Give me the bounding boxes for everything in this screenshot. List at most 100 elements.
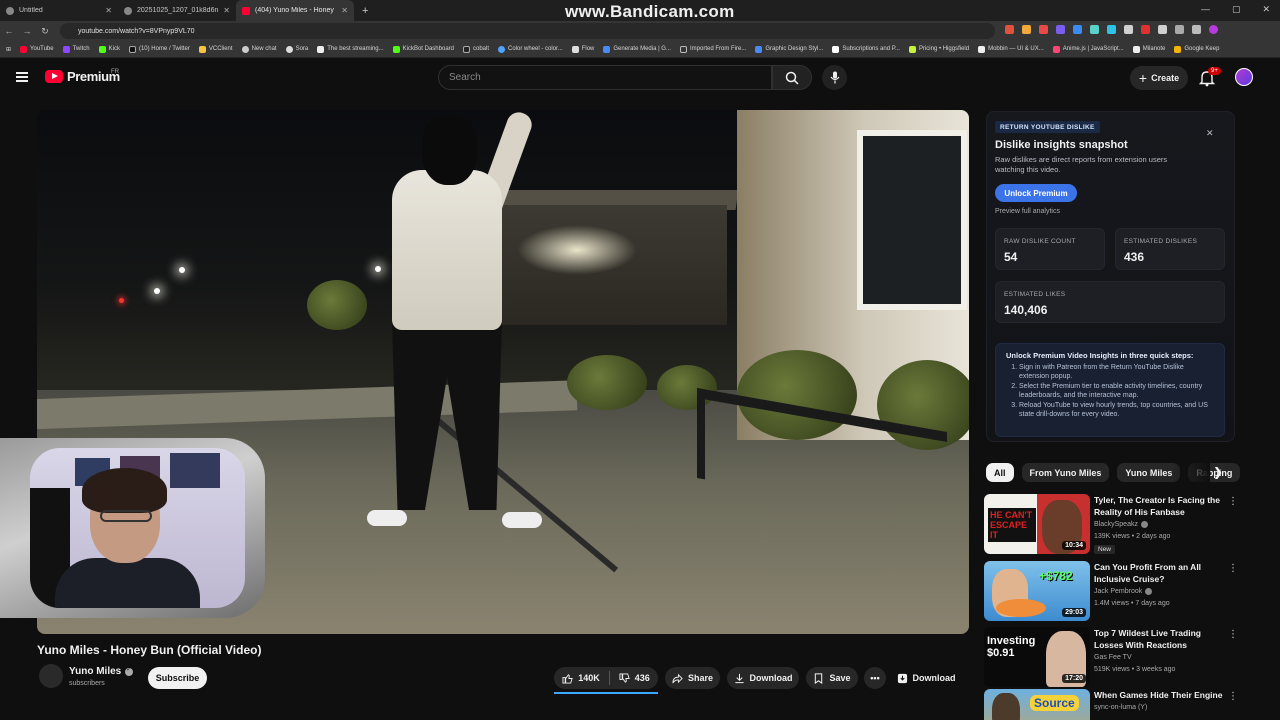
recommendation-item[interactable]: +$782 29:03 Can You Profit From an All I… [984, 561, 1239, 623]
address-bar[interactable]: youtube.com/watch?v=8VPnyp9VL70 [60, 23, 995, 39]
steps-list: Sign in with Patreon from the Return You… [1006, 364, 1214, 419]
bookmark-item[interactable]: Mobbin — UI & UX... [978, 45, 1044, 53]
bookmarks-bar: ⊞ YouTube Twitch Kick (10) Home / Twitte… [0, 41, 1280, 58]
bookmark-item[interactable]: Kick [98, 45, 120, 53]
chip-from-yuno-miles[interactable]: From Yuno Miles [1021, 463, 1110, 482]
account-avatar[interactable] [1235, 68, 1253, 86]
close-window-icon[interactable]: ✕ [1262, 4, 1270, 15]
bookmark-item[interactable]: KickBot Dashboard [392, 45, 454, 53]
video-thumbnail[interactable]: HE CAN'T ESCAPE IT 10:34 [984, 494, 1090, 554]
new-tab-button[interactable]: + [362, 5, 368, 17]
like-count[interactable]: 140K [578, 673, 600, 683]
search-button[interactable] [772, 65, 812, 90]
close-icon[interactable]: ✕ [341, 6, 348, 15]
bookmark-item[interactable]: Google Keep [1174, 45, 1219, 53]
unlock-premium-button[interactable]: Unlock Premium [995, 184, 1077, 202]
extension-icon[interactable] [1005, 25, 1014, 34]
stat-label: ESTIMATED LIKES [1004, 291, 1066, 298]
extension-icon[interactable] [1022, 25, 1031, 34]
extension-icon[interactable] [1090, 25, 1099, 34]
download-icon [734, 673, 744, 683]
dislike-count[interactable]: 436 [635, 673, 650, 683]
create-button[interactable]: + Create [1130, 66, 1188, 90]
bookmark-item[interactable]: Subscriptions and P... [832, 45, 900, 53]
youtube-logo-icon [45, 70, 63, 83]
bookmark-item[interactable]: VCClient [198, 45, 233, 53]
extension-icon[interactable] [1073, 25, 1082, 34]
bookmark-item[interactable]: YouTube [20, 45, 54, 53]
video-thumbnail[interactable]: Source [984, 689, 1090, 720]
channel-name[interactable]: Gas Fee TV [1094, 654, 1132, 661]
bookmark-item[interactable]: Imported From Fire... [679, 45, 746, 53]
recommendation-item[interactable]: Source When Games Hide Their Engine sync… [984, 689, 1239, 720]
extension-icon[interactable] [1141, 25, 1150, 34]
verified-icon [1145, 588, 1153, 595]
more-actions-button[interactable]: ••• [864, 667, 886, 689]
channel-name[interactable]: sync-on-luma (Y) [1094, 704, 1147, 711]
bookmark-item[interactable]: (10) Home / Twitter [128, 45, 190, 53]
bookmark-item[interactable]: Twitch [62, 45, 90, 53]
video-thumbnail[interactable]: +$782 29:03 [984, 561, 1090, 621]
download-button[interactable]: Download [727, 667, 799, 689]
channel-name[interactable]: Jack Pembrook [1094, 588, 1153, 595]
bookmark-item[interactable]: cobalt [463, 45, 489, 53]
share-button[interactable]: Share [665, 667, 720, 689]
subscribe-button[interactable]: Subscribe [148, 667, 207, 689]
browser-tab-untitled[interactable]: Untitled ✕ [0, 0, 118, 21]
stat-value: 140,406 [1004, 303, 1048, 317]
apps-icon[interactable]: ⊞ [6, 46, 11, 53]
video-thumbnail[interactable]: Investing $0.91 17:20 [984, 627, 1090, 687]
download-extension-button[interactable]: Download [890, 667, 962, 689]
back-icon[interactable]: ← [0, 26, 18, 36]
bookmark-item[interactable]: The best streaming... [317, 45, 384, 53]
chip-all[interactable]: All [986, 463, 1014, 482]
globe-icon [6, 6, 14, 15]
bookmark-item[interactable]: Graphic Design Styl... [755, 45, 823, 53]
download-icon[interactable] [1175, 25, 1184, 34]
extension-icon[interactable] [1124, 25, 1133, 34]
more-vertical-icon[interactable]: ⋮ [1228, 496, 1238, 507]
edit-icon[interactable] [1192, 25, 1201, 34]
extension-icon[interactable] [1056, 25, 1065, 34]
more-vertical-icon[interactable]: ⋮ [1228, 629, 1238, 640]
channel-name[interactable]: BlackySpeakz [1094, 521, 1148, 528]
more-vertical-icon[interactable]: ⋮ [1228, 691, 1238, 702]
search-input[interactable]: Search [438, 65, 772, 90]
menu-icon[interactable] [16, 72, 28, 82]
maximize-icon[interactable]: ▢ [1232, 4, 1241, 15]
thumbs-up-icon[interactable] [562, 673, 573, 684]
save-button[interactable]: Save [806, 667, 858, 689]
voice-search-button[interactable] [822, 65, 847, 90]
close-icon[interactable]: ✕ [223, 6, 230, 15]
browser-tab-youtube[interactable]: (404) Yuno Miles - Honey Bun ( ✕ [236, 0, 354, 21]
bookmark-item[interactable]: Flow [571, 45, 594, 53]
recommendation-item[interactable]: Investing $0.91 17:20 Top 7 Wildest Live… [984, 627, 1239, 689]
extension-icon[interactable] [1107, 25, 1116, 34]
bookmark-item[interactable]: Color wheel - color... [498, 45, 563, 53]
profile-icon[interactable] [1209, 25, 1218, 34]
recommendation-item[interactable]: HE CAN'T ESCAPE IT 10:34 Tyler, The Crea… [984, 494, 1239, 556]
bookmark-item[interactable]: New chat [241, 45, 277, 53]
like-ratio-bar [554, 692, 658, 694]
reload-icon[interactable]: ↻ [36, 26, 54, 37]
close-icon[interactable]: ✕ [1206, 128, 1214, 139]
bookmark-item[interactable]: Pricing • Higgsfield [908, 45, 969, 53]
close-icon[interactable]: ✕ [105, 6, 112, 15]
stat-value: 54 [1004, 250, 1018, 264]
bookmark-item[interactable]: Milanote [1132, 45, 1165, 53]
channel-name[interactable]: Yuno Miles [69, 666, 134, 677]
minimize-icon[interactable]: — [1201, 4, 1210, 15]
thumbs-down-icon[interactable] [619, 672, 630, 684]
chevron-right-icon[interactable]: ❯ [1213, 465, 1223, 479]
bookmark-item[interactable]: Generate Media | G... [603, 45, 671, 53]
extension-icon[interactable] [1039, 25, 1048, 34]
bookmark-item[interactable]: Sora [285, 45, 308, 53]
step-item: Reload YouTube to view hourly trends, to… [1019, 402, 1214, 419]
extension-icon[interactable] [1158, 25, 1167, 34]
browser-tab-image[interactable]: 20251025_1207_01k8d6n896e... ✕ [118, 0, 236, 21]
channel-avatar[interactable] [39, 664, 63, 688]
youtube-logo[interactable]: Premium [45, 69, 120, 84]
more-vertical-icon[interactable]: ⋮ [1228, 563, 1238, 574]
bookmark-item[interactable]: Anime.js | JavaScript... [1052, 45, 1124, 53]
forward-icon[interactable]: → [18, 26, 36, 36]
